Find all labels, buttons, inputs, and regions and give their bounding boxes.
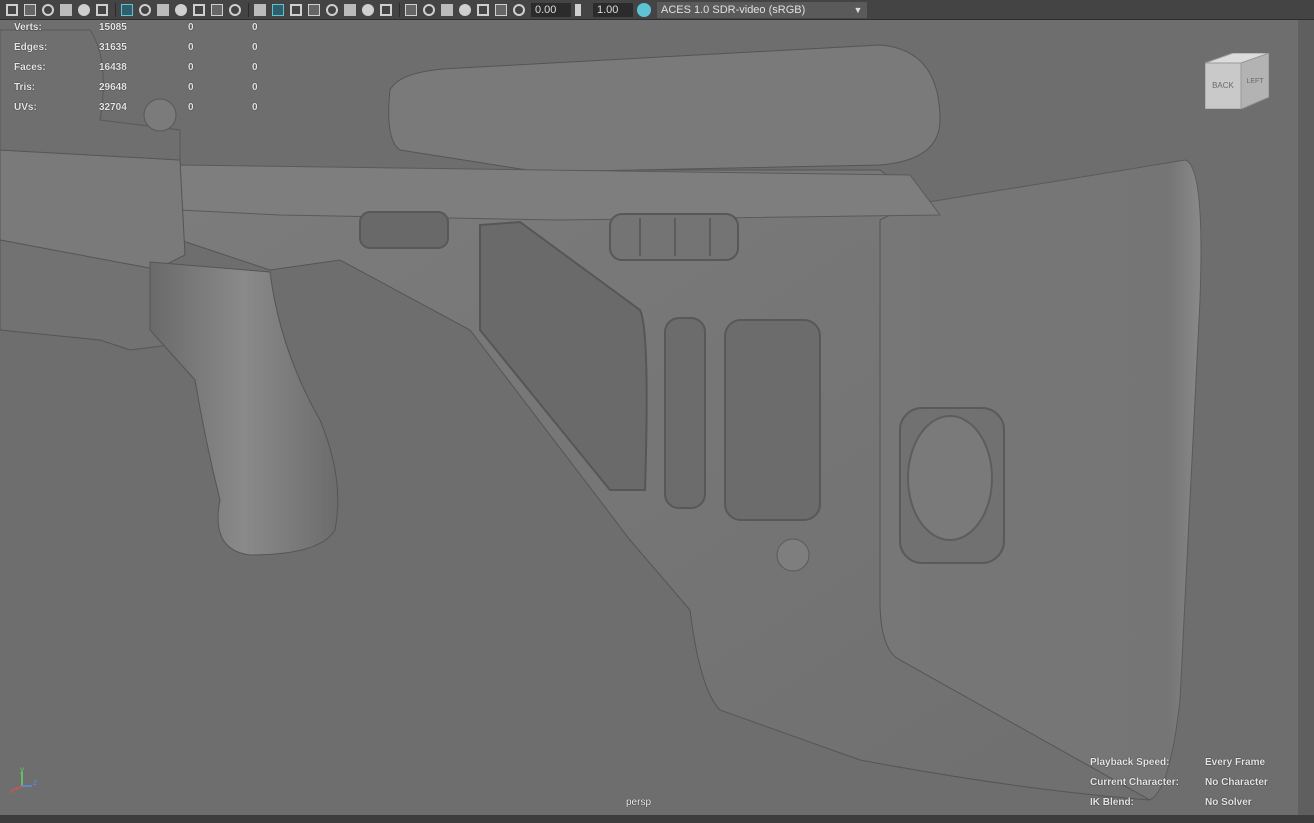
2d-pan-zoom-icon[interactable] [78, 3, 90, 16]
hud-stat-row: Tris: 29648 0 0 [14, 81, 274, 101]
image-plane-icon[interactable] [60, 3, 72, 16]
gamma-icon[interactable] [575, 3, 587, 16]
viewcube-back-label: BACK [1212, 81, 1234, 90]
stock-top-slot [359, 211, 449, 249]
safe-title-icon[interactable] [229, 3, 241, 16]
hud-stat-row: UVs: 32704 0 0 [14, 101, 274, 121]
resolution-gate-icon[interactable] [157, 3, 169, 16]
hud-stat-a: 0 [188, 42, 194, 53]
toolbar-separator [399, 2, 400, 17]
hud-info-row: Current Character: No Character [1090, 776, 1290, 796]
axis-x-label: x [10, 786, 14, 794]
hud-playback-info: Playback Speed: Every Frame Current Charac… [1090, 756, 1290, 815]
color-transform-value: ACES 1.0 SDR-video (sRGB) [661, 3, 806, 16]
hud-info-label: Current Character: [1090, 777, 1179, 788]
anti-aliasing-icon[interactable] [405, 3, 417, 16]
stock-slot-large [724, 319, 821, 521]
hud-stat-row: Faces: 16438 0 0 [14, 61, 274, 81]
grid-icon[interactable] [121, 3, 133, 16]
hud-stat-value: 32704 [99, 102, 127, 113]
right-panel-edge [1298, 20, 1314, 823]
hud-stat-b: 0 [252, 82, 258, 93]
toolbar-separator [248, 2, 249, 17]
chevron-down-icon[interactable]: ▼ [849, 2, 867, 18]
hud-stat-label: UVs: [14, 102, 37, 113]
hud-stat-b: 0 [252, 62, 258, 73]
pistol-grip [149, 261, 339, 556]
film-gate-icon[interactable] [139, 3, 151, 16]
hud-stat-row: Edges: 31635 0 0 [14, 41, 274, 61]
smooth-shade-icon[interactable] [272, 3, 284, 16]
hud-poly-count: Verts: 15085 0 0 Edges: 31635 0 0 Faces: 16438 0 0 T… [14, 21, 274, 121]
color-transform-select[interactable]: ACES 1.0 SDR-video (sRGB) ▼ [657, 1, 867, 18]
hud-stat-value: 29648 [99, 82, 127, 93]
field-chart-icon[interactable] [193, 3, 205, 16]
exposure-icon[interactable] [513, 3, 525, 16]
camera-attributes-icon[interactable] [24, 3, 36, 16]
wireframe-icon[interactable] [254, 3, 266, 16]
hud-stat-value: 31635 [99, 42, 127, 53]
axis-y-label: y [20, 766, 24, 774]
hud-info-value: No Character [1205, 777, 1268, 788]
scene-render[interactable] [0, 0, 1298, 815]
viewport-panel[interactable]: Verts: 15085 0 0 Edges: 31635 0 0 Faces: 16438 0 0 T… [0, 0, 1298, 815]
hud-stat-a: 0 [188, 22, 194, 33]
hud-stat-label: Edges: [14, 42, 48, 53]
shadows-icon[interactable] [344, 3, 356, 16]
camera-icon[interactable] [6, 3, 18, 16]
hud-stat-label: Verts: [14, 22, 42, 33]
grease-pencil-icon[interactable] [96, 3, 108, 16]
hud-stat-b: 0 [252, 22, 258, 33]
hud-stat-a: 0 [188, 82, 194, 93]
gamma-field[interactable]: 1.00 [593, 2, 633, 17]
hud-info-label: IK Blend: [1090, 797, 1134, 808]
hud-stat-b: 0 [252, 42, 258, 53]
stock-slot-small [664, 317, 706, 509]
use-all-lights-icon[interactable] [326, 3, 338, 16]
hud-stat-b: 0 [252, 102, 258, 113]
view-cube[interactable]: BACK LEFT [1205, 53, 1269, 109]
axis-gizmo-icon: y x z [10, 766, 37, 794]
camera-name-label: persp [626, 797, 652, 808]
viewport-toolbar: 0.00 1.00 ACES 1.0 SDR-video (sRGB) ▼ [0, 0, 1314, 20]
hud-info-value: Every Frame [1205, 757, 1266, 768]
depth-of-field-icon[interactable] [423, 3, 435, 16]
hud-stat-value: 16438 [99, 62, 127, 73]
motion-blur-icon[interactable] [380, 3, 392, 16]
toolbar-icon-group [6, 2, 513, 17]
viewcube-left-label: LEFT [1246, 78, 1264, 85]
xray-joints-icon[interactable] [477, 3, 489, 16]
hud-stat-label: Faces: [14, 62, 46, 73]
bookmark-icon[interactable] [42, 3, 54, 16]
hud-stat-value: 15085 [99, 22, 127, 33]
xray-components-icon[interactable] [495, 3, 507, 16]
textured-icon[interactable] [308, 3, 320, 16]
hud-stat-label: Tris: [14, 82, 36, 93]
gate-mask-icon[interactable] [175, 3, 187, 16]
cheek-rest [388, 44, 941, 173]
default-material-icon[interactable] [290, 3, 302, 16]
axis-z-label: z [33, 778, 37, 787]
hud-info-label: Playback Speed: [1090, 757, 1170, 768]
hud-stat-row: Verts: 15085 0 0 [14, 21, 274, 41]
hud-stat-a: 0 [188, 62, 194, 73]
toolbar-separator [115, 2, 116, 17]
hud-info-row: IK Blend: No Solver [1090, 796, 1290, 815]
screen-space-ao-icon[interactable] [362, 3, 374, 16]
stock-knob [907, 415, 993, 541]
xray-icon[interactable] [459, 3, 471, 16]
hud-info-value: No Solver [1205, 797, 1252, 808]
exposure-field[interactable]: 0.00 [531, 2, 571, 17]
color-management-icon[interactable] [637, 2, 651, 17]
isolate-select-icon[interactable] [441, 3, 453, 16]
safe-action-icon[interactable] [211, 3, 223, 16]
stock-pin [776, 538, 810, 572]
bottom-panel-edge [0, 815, 1314, 823]
hud-info-row: Playback Speed: Every Frame [1090, 756, 1290, 776]
hud-stat-a: 0 [188, 102, 194, 113]
